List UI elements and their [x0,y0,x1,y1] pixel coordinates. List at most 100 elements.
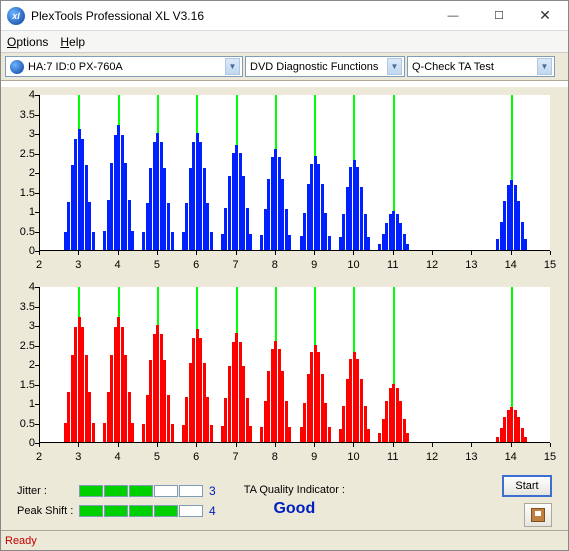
function-selector[interactable]: DVD Diagnostic Functions ▼ [245,56,405,77]
data-bar [524,437,527,442]
data-bar [264,401,267,442]
close-button[interactable]: ✕ [522,1,568,31]
data-bar [163,360,166,442]
data-bar [146,203,149,250]
x-tick-label: 15 [544,259,556,271]
bottom-panel: Jitter : 3 Peak Shift : 4 TA Quality Ind… [1,465,568,535]
data-bar [364,406,367,442]
x-tick-label: 5 [154,451,160,463]
data-bar [321,184,324,250]
data-bar [153,334,156,442]
data-bar [228,176,231,250]
data-bar [281,179,284,250]
data-bar [203,168,206,250]
data-bar [507,185,510,250]
data-bar [128,392,131,442]
y-tick-label: 1.5 [11,379,35,391]
data-bar [196,329,199,442]
save-button[interactable] [524,503,552,527]
y-tick-label: 2 [11,167,35,179]
data-bar [189,168,192,250]
test-selector[interactable]: Q-Check TA Test ▼ [407,56,555,77]
x-tick-label: 5 [154,259,160,271]
data-bar [303,403,306,442]
data-bar [367,429,370,442]
data-bar [382,234,385,250]
y-tick-label: 2 [11,359,35,371]
data-bar [221,426,224,442]
x-tick-label: 12 [426,259,438,271]
data-bar [364,214,367,250]
x-tick-label: 14 [505,451,517,463]
data-bar [264,209,267,250]
data-bar [92,232,95,250]
chevron-down-icon: ▼ [225,58,240,75]
y-tick-label: 4 [11,281,35,293]
data-bar [71,165,74,250]
data-bar [88,392,91,442]
meter-box [129,505,153,517]
data-bar [246,398,249,442]
y-tick-label: 1 [11,398,35,410]
data-bar [239,342,242,442]
meter-box [79,485,103,497]
quality-label: TA Quality Indicator : [244,484,345,496]
data-bar [271,157,274,250]
data-bar [303,213,306,250]
data-bar [367,237,370,250]
data-bar [281,371,284,442]
data-bar [356,167,359,250]
menubar: Options Help [1,31,568,53]
meter-box [154,505,178,517]
start-button[interactable]: Start [502,475,552,497]
data-bar [514,410,517,442]
y-tick-label: 2.5 [11,148,35,160]
data-bar [288,235,291,250]
data-bar [406,433,409,442]
data-bar [131,423,134,442]
y-tick-label: 0 [11,245,35,257]
data-bar [346,379,349,442]
data-bar [221,234,224,250]
data-bar [271,349,274,442]
minimize-button[interactable]: — [430,1,476,31]
data-bar [103,231,106,250]
maximize-button[interactable]: ☐ [476,1,522,31]
data-bar [321,374,324,442]
data-bar [406,244,409,250]
data-bar [121,135,124,250]
data-bar [346,187,349,250]
data-bar [314,156,317,250]
meter-box [104,485,128,497]
data-bar [114,135,117,250]
x-tick-label: 8 [272,259,278,271]
meter-box [179,505,203,517]
device-selector[interactable]: HA:7 ID:0 PX-760A ▼ [5,56,243,77]
metrics: Jitter : 3 Peak Shift : 4 [17,484,216,518]
menu-help[interactable]: Help [60,35,85,49]
plot-area [39,287,550,443]
meter-box [104,505,128,517]
quality-indicator: TA Quality Indicator : Good [244,484,345,518]
x-tick-label: 3 [75,451,81,463]
data-bar [114,327,117,442]
statusbar: Ready [1,530,568,550]
chart-upper: 00.511.522.533.5423456789101112131415 [11,87,558,273]
y-tick-label: 4 [11,89,35,101]
meter-box [129,485,153,497]
device-icon [10,60,24,74]
meter-box [79,505,103,517]
x-tick-label: 9 [311,451,317,463]
data-bar [314,345,317,443]
chart-lower: 00.511.522.533.5423456789101112131415 [11,279,558,465]
x-tick-label: 15 [544,451,556,463]
y-tick-label: 3.5 [11,301,35,313]
data-bar [210,425,213,442]
data-bar [228,366,231,442]
x-tick-label: 13 [465,259,477,271]
peakshift-value: 4 [209,504,216,518]
data-bar [171,232,174,250]
x-tick-label: 12 [426,451,438,463]
menu-options[interactable]: Options [7,35,48,49]
device-selector-text: HA:7 ID:0 PX-760A [28,61,123,73]
